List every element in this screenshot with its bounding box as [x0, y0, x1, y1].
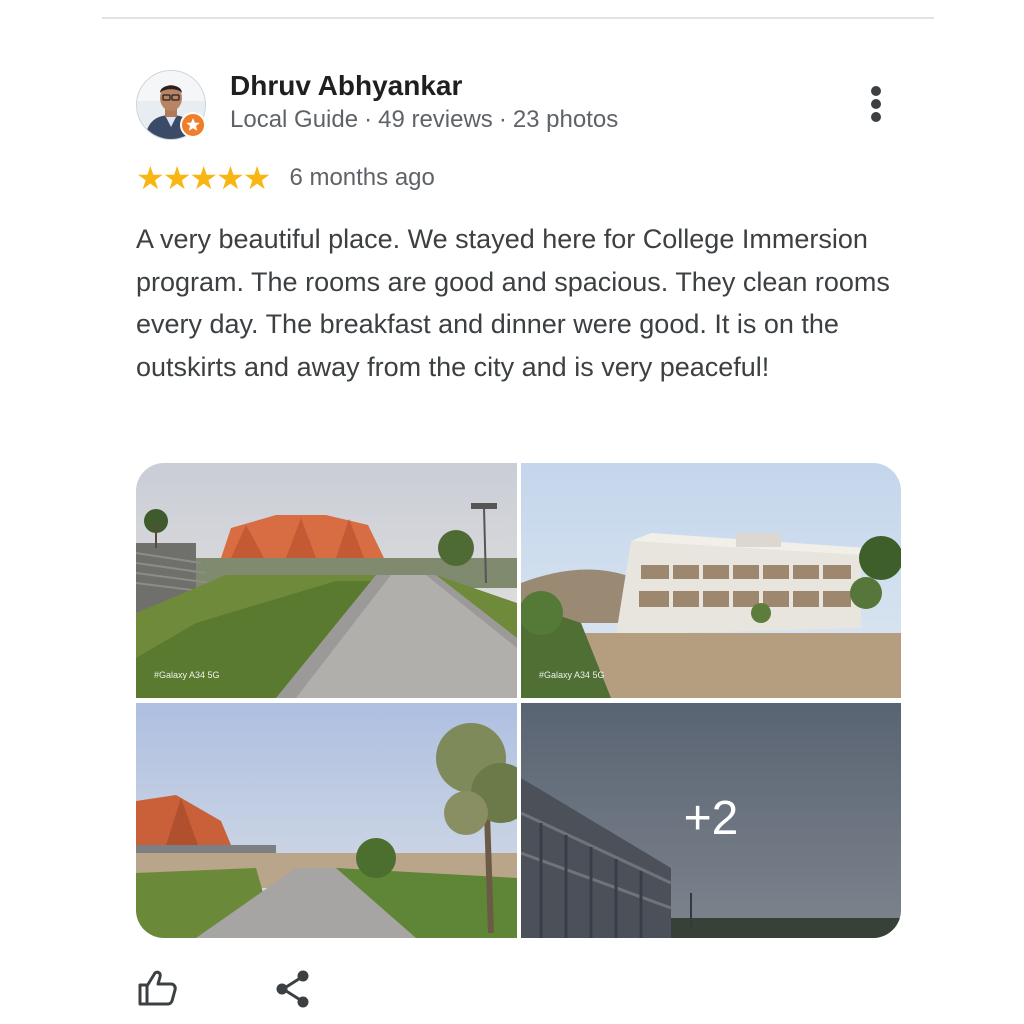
author-review-count: 49 reviews: [378, 106, 493, 133]
review-photo[interactable]: #Galaxy A34 5G: [521, 463, 901, 698]
review-date: 6 months ago: [289, 164, 435, 191]
photo-gallery: #Galaxy A34 5G #Galaxy A34 5G +2: [136, 463, 901, 938]
star-icon: ★: [189, 160, 219, 196]
photo-watermark: #Galaxy A34 5G: [154, 670, 220, 680]
local-guide-badge-icon: [180, 112, 206, 138]
review-photo[interactable]: [136, 703, 517, 938]
review-photo[interactable]: #Galaxy A34 5G: [136, 463, 517, 698]
rating-row: ★ ★ ★ ★ ★ 6 months ago: [136, 160, 435, 196]
share-icon[interactable]: [272, 968, 316, 1010]
menu-dot: [871, 112, 881, 122]
review-text: A very beautiful place. We stayed here f…: [136, 224, 890, 382]
review-photo-more[interactable]: +2: [521, 703, 901, 938]
top-divider: [102, 17, 934, 19]
meta-separator: ·: [498, 106, 507, 133]
star-icon: ★: [216, 160, 245, 196]
thumbs-up-icon[interactable]: [136, 968, 180, 1008]
author-photo-count: 23 photos: [512, 106, 619, 133]
photo-watermark: #Galaxy A34 5G: [539, 670, 605, 680]
author-name[interactable]: Dhruv Abhyankar: [230, 70, 462, 102]
menu-dot: [871, 99, 881, 109]
author-badge-label: Local Guide: [230, 106, 359, 133]
menu-dot: [871, 86, 881, 96]
star-icon: ★: [162, 160, 192, 196]
author-meta: Local Guide · 49 reviews · 23 photos: [230, 106, 618, 134]
meta-separator: ·: [364, 106, 373, 133]
star-icon: ★: [136, 160, 165, 196]
more-vert-icon[interactable]: [856, 80, 896, 128]
star-icon: ★: [242, 160, 272, 196]
more-photos-count: +2: [683, 792, 739, 845]
